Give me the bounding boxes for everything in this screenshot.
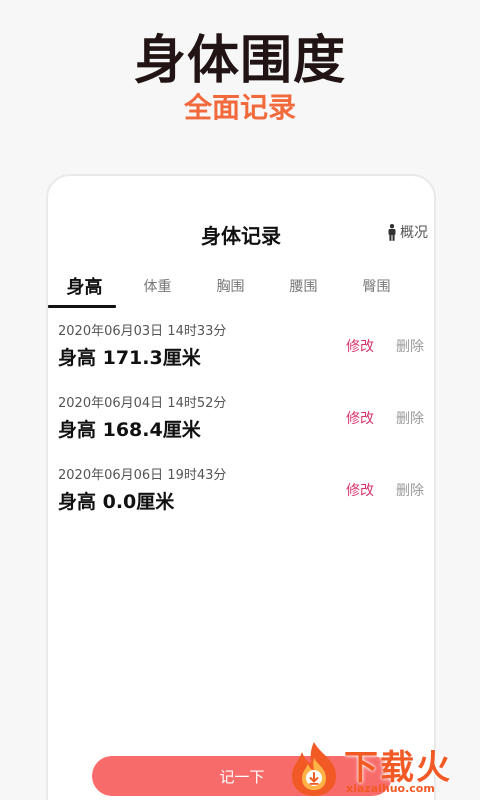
person-icon — [387, 223, 397, 241]
record-value: 身高 168.4厘米 — [58, 419, 201, 441]
edit-button[interactable]: 修改 — [346, 408, 374, 428]
record-list: 2020年06月03日 14时33分 身高 171.3厘米 修改 删除 2020… — [48, 318, 434, 534]
watermark: 下载火 xiazaihuo.com — [284, 736, 480, 800]
tab-hip[interactable]: 臀围 — [340, 264, 413, 308]
tab-weight[interactable]: 体重 — [121, 264, 194, 308]
overview-label: 概况 — [400, 225, 428, 241]
record-time: 2020年06月04日 14时52分 — [58, 396, 227, 411]
screen: 身体围度 全面记录 身体记录 概况 身高 体重 胸围 腰围 臀围 2020年06… — [0, 0, 480, 800]
overview-button[interactable]: 概况 — [387, 222, 428, 242]
promo-title: 身体围度 — [133, 31, 346, 91]
record-time: 2020年06月03日 14时33分 — [58, 324, 227, 339]
list-item: 2020年06月04日 14时52分 身高 168.4厘米 修改 删除 — [48, 390, 434, 462]
record-value: 身高 0.0厘米 — [58, 491, 175, 513]
tab-bar: 身高 体重 胸围 腰围 臀围 上 — [48, 264, 434, 308]
record-value: 身高 171.3厘米 — [58, 347, 201, 369]
tab-waist[interactable]: 腰围 — [267, 264, 340, 308]
flame-logo-icon — [286, 740, 342, 800]
promo-subtitle: 全面记录 — [183, 91, 296, 124]
delete-button[interactable]: 删除 — [396, 336, 424, 356]
edit-button[interactable]: 修改 — [346, 480, 374, 500]
phone-frame: 身体记录 概况 身高 体重 胸围 腰围 臀围 2020年06月03日 14时33… — [46, 174, 436, 800]
app-header: 身体记录 概况 — [48, 176, 434, 264]
delete-button[interactable]: 删除 — [396, 408, 424, 428]
tab-upper-arm[interactable]: 上 — [413, 264, 434, 308]
list-item: 2020年06月03日 14时33分 身高 171.3厘米 修改 删除 — [48, 318, 434, 390]
record-time: 2020年06月06日 19时43分 — [58, 468, 227, 483]
tab-height[interactable]: 身高 — [48, 264, 121, 308]
tab-chest[interactable]: 胸围 — [194, 264, 267, 308]
list-item: 2020年06月06日 19时43分 身高 0.0厘米 修改 删除 — [48, 462, 434, 534]
watermark-url: xiazaihuo.com — [346, 782, 435, 795]
page-title: 身体记录 — [201, 224, 281, 248]
edit-button[interactable]: 修改 — [346, 336, 374, 356]
delete-button[interactable]: 删除 — [396, 480, 424, 500]
